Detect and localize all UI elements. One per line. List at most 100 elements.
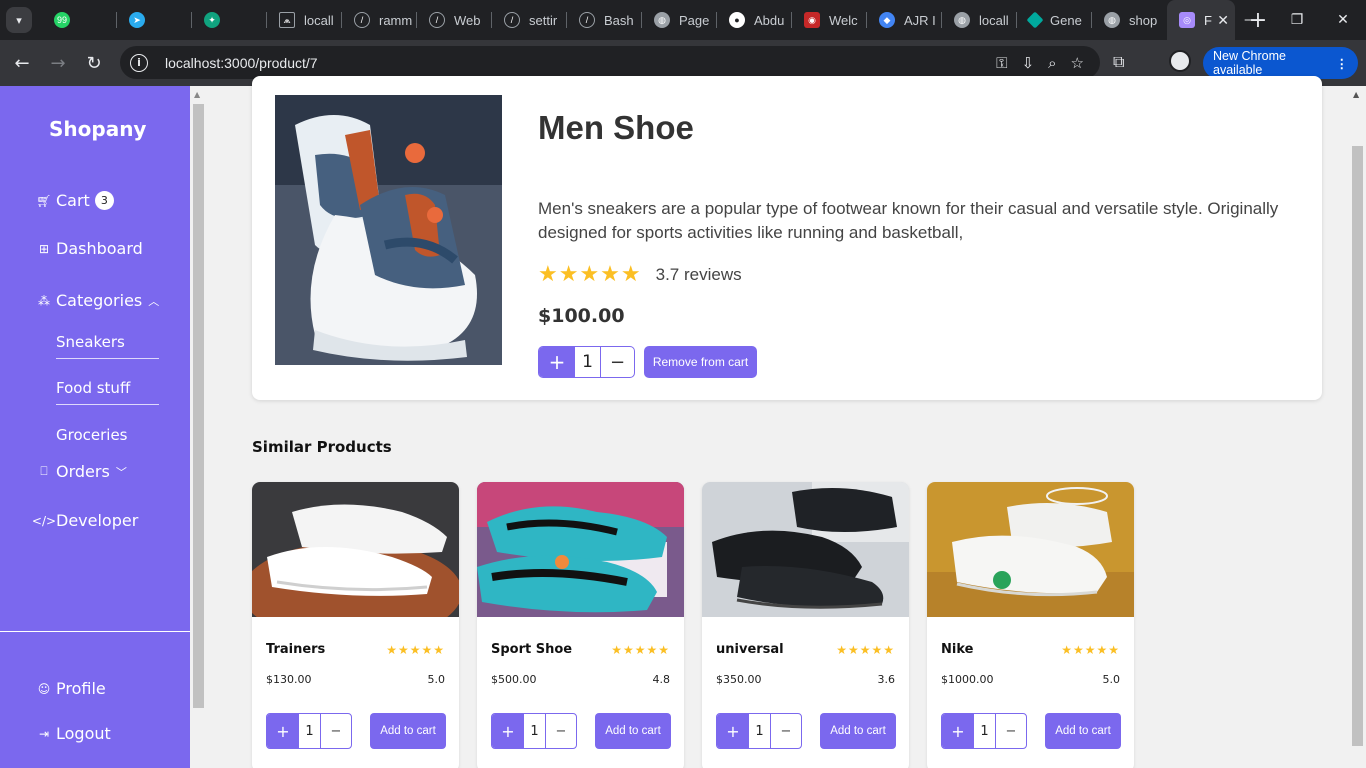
increment-button[interactable]: + [492, 714, 524, 748]
scroll-up-arrow-icon[interactable]: ▲ [1353, 90, 1359, 99]
browser-tab[interactable]: ◍ locall [942, 0, 1017, 40]
browser-tab-active[interactable]: ◎ F ✕ [1167, 0, 1235, 40]
subcategory-food-stuff[interactable]: Food stuff [56, 379, 159, 405]
password-key-icon[interactable]: ⚿ [996, 54, 1007, 72]
remove-from-cart-button[interactable]: Remove from cart [644, 346, 757, 378]
cart-count-badge: 3 [94, 191, 114, 210]
product-thumbnail [702, 482, 909, 617]
browser-tab[interactable]: 99 [42, 0, 117, 40]
close-icon: ✕ [1337, 12, 1349, 28]
sidebar-item-orders[interactable]: ⎕ Orders ﹀ [37, 462, 126, 481]
browser-tab[interactable]: ● Abdu [717, 0, 792, 40]
sidebar-scrollbar[interactable]: ▲ [190, 86, 207, 768]
sidebar-item-categories[interactable]: ⁂ Categories ︿ [37, 291, 159, 310]
bookmark-star-icon[interactable]: ☆ [1071, 54, 1084, 72]
page-scrollbar[interactable]: ▲ [1349, 86, 1366, 768]
decrement-button[interactable]: − [771, 714, 801, 748]
product-thumbnail [477, 482, 684, 617]
cart-icon: 🛒︎ [36, 193, 52, 208]
product-card[interactable]: Nike ★★★★★ $1000.00 5.0 + 1 − Add to car… [927, 482, 1134, 768]
tab-search-button[interactable]: ▾ [6, 7, 32, 33]
product-price: $500.00 [491, 673, 537, 686]
product-name: Nike [941, 642, 974, 657]
increment-button[interactable]: + [942, 714, 974, 748]
product-rating: 4.8 [652, 673, 671, 686]
product-card[interactable]: Trainers ★★★★★ $130.00 5.0 + 1 − Add to … [252, 482, 459, 768]
subcategory-groceries[interactable]: Groceries [56, 426, 159, 451]
increment-button[interactable]: + [539, 347, 575, 377]
decrement-button[interactable]: − [996, 714, 1026, 748]
extensions-icon[interactable]: ⧉ [1113, 52, 1124, 72]
sidebar-item-developer[interactable]: </> Developer [32, 511, 138, 530]
browser-tab[interactable]: Gene [1017, 0, 1092, 40]
quantity-stepper: + 1 − [941, 713, 1027, 749]
quantity-value: 1 [575, 347, 601, 377]
zoom-icon[interactable]: ⌕ [1048, 54, 1056, 72]
decrement-button[interactable]: − [321, 714, 351, 748]
add-to-cart-button[interactable]: Add to cart [595, 713, 671, 749]
scrollbar-thumb[interactable] [1352, 146, 1363, 746]
add-to-cart-button[interactable]: Add to cart [1045, 713, 1121, 749]
dashboard-grid-icon: ⊞ [38, 241, 50, 256]
browser-tab[interactable]: / Web [417, 0, 492, 40]
restore-button[interactable]: ❐ [1274, 0, 1320, 40]
reload-button[interactable]: ↻ [76, 53, 112, 74]
quantity-value: 1 [299, 714, 321, 748]
browser-tab[interactable]: ◆ AJR I [867, 0, 942, 40]
back-button[interactable]: ← [4, 53, 40, 74]
install-app-icon[interactable]: ⇩ [1022, 54, 1035, 72]
scrollbar-thumb[interactable] [193, 104, 204, 708]
browser-tab[interactable]: ◍ shop [1092, 0, 1167, 40]
add-to-cart-button[interactable]: Add to cart [370, 713, 446, 749]
add-to-cart-button[interactable]: Add to cart [820, 713, 896, 749]
sidebar-item-dashboard[interactable]: ⊞ Dashboard [37, 239, 143, 258]
product-card[interactable]: Sport Shoe ★★★★★ $500.00 4.8 + 1 − Add t… [477, 482, 684, 768]
quantity-stepper: + 1 − [266, 713, 352, 749]
browser-tab[interactable]: ◍ Page [642, 0, 717, 40]
github-copilot-icon: / [579, 12, 595, 28]
address-bar[interactable]: i localhost:3000/product/7 ⚿ ⇩ ⌕ ☆ [120, 46, 1100, 79]
reviews-count: 3.7 reviews [655, 264, 742, 284]
browser-tab[interactable]: ◉ Welc [792, 0, 867, 40]
globe-icon: ◍ [954, 12, 970, 28]
product-rating: 3.6 [877, 673, 896, 686]
product-price: $1000.00 [941, 673, 994, 686]
close-window-button[interactable]: ✕ [1320, 0, 1366, 40]
quantity-value: 1 [524, 714, 546, 748]
github-copilot-icon: / [429, 12, 445, 28]
product-thumbnail [252, 482, 459, 617]
product-card[interactable]: universal ★★★★★ $350.00 3.6 + 1 − Add to… [702, 482, 909, 768]
decrement-button[interactable]: − [546, 714, 576, 748]
similar-products-heading: Similar Products [252, 438, 392, 456]
browser-tab[interactable]: / ramm [342, 0, 417, 40]
telegram-icon: ➤ [129, 12, 145, 28]
scroll-up-arrow-icon[interactable]: ▲ [194, 90, 200, 99]
quantity-stepper: + 1 − [716, 713, 802, 749]
profile-avatar[interactable] [1169, 50, 1191, 72]
globe-icon: ◍ [1104, 12, 1120, 28]
subcategory-sneakers[interactable]: Sneakers [56, 333, 159, 359]
forward-button[interactable]: → [40, 53, 76, 74]
brand-logo[interactable]: Shopany [49, 117, 146, 141]
sidebar-item-cart[interactable]: 🛒︎ Cart 3 [36, 191, 114, 210]
logout-icon: ⇥ [38, 726, 50, 741]
site-info-icon[interactable]: i [130, 53, 148, 72]
product-rating: ★★★★★ 3.7 reviews [538, 262, 742, 287]
new-chrome-available-button[interactable]: New Chrome available ⋮ [1203, 47, 1358, 79]
decrement-button[interactable]: − [601, 347, 634, 377]
quantity-value: 1 [974, 714, 996, 748]
sidebar-item-profile[interactable]: ☺ Profile [37, 679, 106, 698]
minimize-button[interactable]: — [1228, 0, 1274, 40]
sidebar: Shopany 🛒︎ Cart 3 ⊞ Dashboard ⁂ Categori… [0, 86, 190, 768]
browser-tab[interactable]: / Bash [567, 0, 642, 40]
increment-button[interactable]: + [717, 714, 749, 748]
browser-tab[interactable]: ➤ [117, 0, 192, 40]
sidebar-divider [0, 631, 190, 632]
url-text[interactable]: localhost:3000/product/7 [165, 55, 318, 71]
github-copilot-icon: / [504, 12, 520, 28]
browser-tab[interactable]: ⩕ locall [267, 0, 342, 40]
browser-tab[interactable]: / settir [492, 0, 567, 40]
sidebar-item-logout[interactable]: ⇥ Logout [37, 724, 111, 743]
browser-tab[interactable]: ✦ [192, 0, 267, 40]
increment-button[interactable]: + [267, 714, 299, 748]
